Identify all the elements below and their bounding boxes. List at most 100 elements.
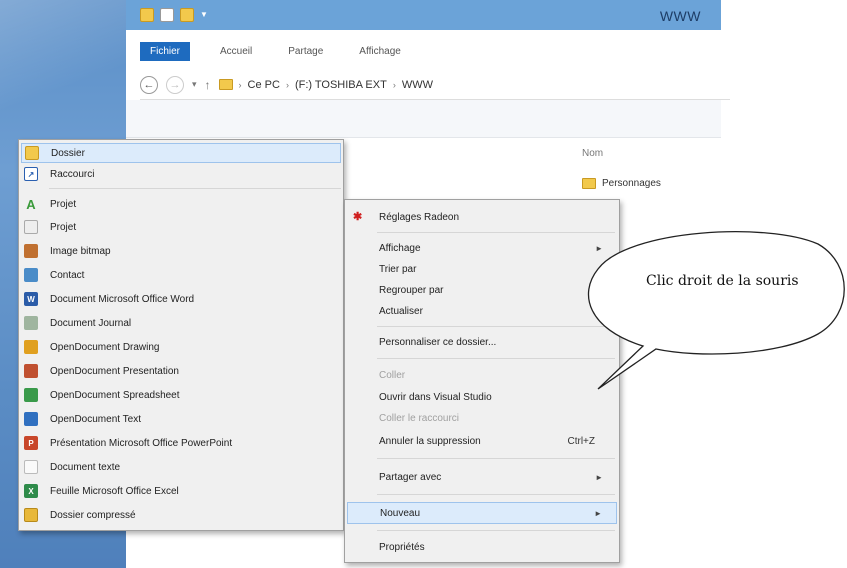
submenu-item-dossier[interactable]: Dossier [21,143,341,163]
breadcrumb-separator-icon[interactable]: › [239,80,242,90]
breadcrumb-item[interactable]: Ce PC [248,79,280,91]
submenu-item-journal[interactable]: Document Journal [21,313,341,333]
submenu-item-document-texte[interactable]: Document texte [21,457,341,477]
submenu-item-label: Contact [50,269,85,281]
menu-item-label: Propriétés [379,541,425,553]
menu-item-label: Partager avec [379,471,442,483]
properties-icon[interactable] [160,8,174,22]
tab-fichier[interactable]: Fichier [140,41,191,61]
menu-separator [49,188,341,189]
file-list-item[interactable]: Personnages [582,178,661,189]
menu-item-partager-avec[interactable]: Partager avec ► [347,466,617,488]
new-submenu: Dossier ↗ Raccourci A Projet Projet Imag… [18,139,344,531]
submenu-item-contact[interactable]: Contact [21,265,341,285]
submenu-item-powerpoint[interactable]: P Présentation Microsoft Office PowerPoi… [21,433,341,453]
shortcut-label: Ctrl+Z [567,435,596,447]
speech-bubble [587,231,845,390]
submenu-item-projet-2[interactable]: Projet [21,217,341,237]
chevron-down-icon[interactable]: ▼ [200,11,208,19]
submenu-item-od-presentation[interactable]: OpenDocument Presentation [21,361,341,381]
menu-separator [377,494,615,495]
odp-icon [24,364,38,378]
menu-item-coller-raccourci[interactable]: Coller le raccourci [347,407,617,429]
desktop: ▼ WWW Fichier Accueil Partage Affichage … [0,0,847,568]
menu-item-label: Actualiser [379,305,423,317]
zip-folder-icon [24,508,38,522]
menu-item-nouveau[interactable]: Nouveau ► [347,502,617,524]
menu-item-label: Annuler la suppression [379,435,481,447]
window-title: WWW [659,8,701,24]
breadcrumb-item[interactable]: (F:) TOSHIBA EXT [295,79,387,91]
breadcrumb-separator-icon[interactable]: › [393,80,396,90]
back-button[interactable]: ← [140,75,158,94]
menu-item-label: Affichage [379,242,421,254]
submenu-item-raccourci[interactable]: ↗ Raccourci [21,164,341,184]
menu-item-label: Réglages Radeon [379,211,460,223]
project-a-icon: A [26,196,36,212]
bitmap-icon [24,244,38,258]
odt-icon [24,412,38,426]
chevron-right-icon: ► [594,508,602,518]
submenu-item-label: Document Journal [50,317,132,329]
ods-icon [24,388,38,402]
submenu-item-label: Dossier compressé [50,509,136,521]
submenu-item-projet[interactable]: A Projet [21,194,341,214]
submenu-item-dossier-compresse[interactable]: Dossier compressé [21,505,341,525]
quick-access-toolbar: ▼ [140,8,208,22]
submenu-item-label: Projet [50,198,77,210]
submenu-item-od-spreadsheet[interactable]: OpenDocument Spreadsheet [21,385,341,405]
menu-item-label: Regrouper par [379,284,444,296]
submenu-item-image-bitmap[interactable]: Image bitmap [21,241,341,261]
menu-item-label: Trier par [379,263,417,275]
submenu-item-excel[interactable]: X Feuille Microsoft Office Excel [21,481,341,501]
arrow-left-icon: ← [143,78,155,91]
chevron-right-icon: ► [595,472,603,482]
folder-icon[interactable] [140,8,154,22]
forward-button[interactable]: → [166,75,184,94]
breadcrumb-separator-icon[interactable]: › [286,80,289,90]
breadcrumb-item[interactable]: WWW [402,79,433,91]
project-doc-icon [24,220,38,234]
arrow-right-icon: → [169,78,181,91]
recent-locations-icon[interactable]: ▾ [192,79,197,90]
submenu-item-label: Image bitmap [50,245,111,257]
word-icon: W [24,292,38,306]
ribbon-tabs: Fichier Accueil Partage Affichage [140,40,407,62]
excel-icon: X [24,484,38,498]
tab-partage[interactable]: Partage [282,44,329,59]
shortcut-icon: ↗ [24,167,38,181]
tab-accueil[interactable]: Accueil [214,44,258,59]
submenu-item-label: Document texte [50,461,121,473]
menu-item-label: Coller [379,369,406,381]
submenu-item-label: OpenDocument Spreadsheet [50,389,180,401]
tab-affichage[interactable]: Affichage [353,44,407,59]
menu-item-label: Ouvrir dans Visual Studio [379,391,492,403]
menu-separator [377,530,615,531]
radeon-icon: ✱ [353,211,363,223]
folder-icon [218,79,233,90]
submenu-item-od-text[interactable]: OpenDocument Text [21,409,341,429]
powerpoint-icon: P [24,436,38,450]
title-bar: ▼ WWW [126,0,721,30]
new-folder-icon[interactable] [180,8,194,22]
submenu-item-label: OpenDocument Drawing [50,341,160,353]
file-name: Personnages [602,178,661,189]
submenu-item-label: OpenDocument Text [50,413,141,425]
navigation-band [126,100,721,138]
submenu-item-od-drawing[interactable]: OpenDocument Drawing [21,337,341,357]
column-header-name[interactable]: Nom [582,148,603,159]
address-bar: ← → ▾ ↑ › Ce PC › (F:) TOSHIBA EXT › WWW [140,70,730,100]
menu-item-proprietes[interactable]: Propriétés [347,536,617,558]
submenu-item-label: Dossier [51,147,85,159]
menu-item-label: Coller le raccourci [379,412,460,424]
up-arrow-icon[interactable]: ↑ [205,78,211,92]
submenu-item-label: Document Microsoft Office Word [50,293,195,305]
menu-separator [377,458,615,459]
folder-icon [582,178,596,189]
odg-icon [24,340,38,354]
journal-icon [24,316,38,330]
menu-item-annuler-suppression[interactable]: Annuler la suppression Ctrl+Z [347,430,617,452]
submenu-item-word[interactable]: W Document Microsoft Office Word [21,289,341,309]
breadcrumb: › Ce PC › (F:) TOSHIBA EXT › WWW [218,79,433,91]
submenu-item-label: Projet [50,221,77,233]
